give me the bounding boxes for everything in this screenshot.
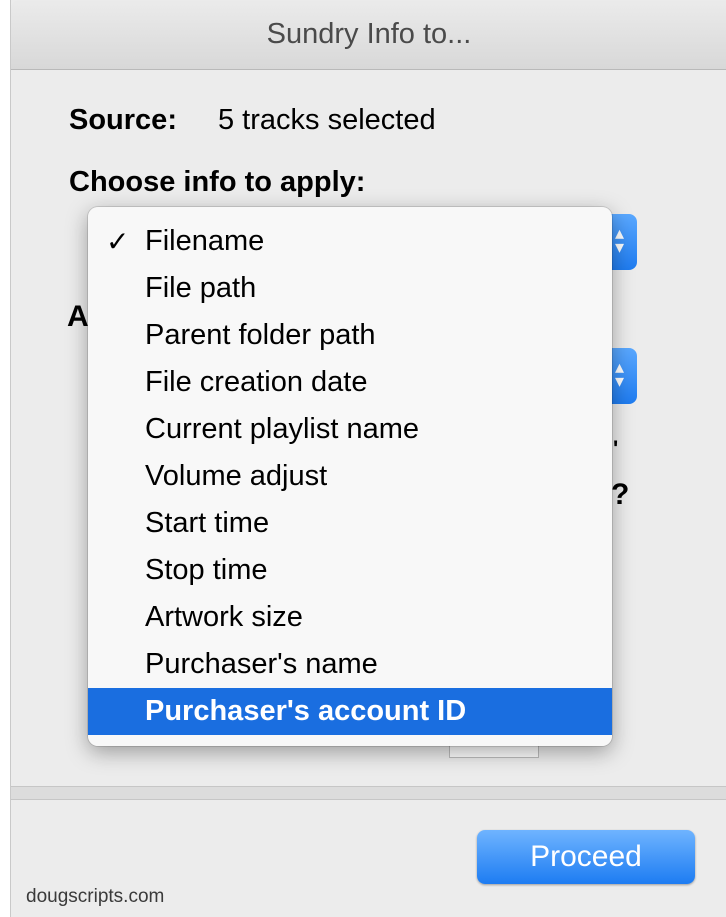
menu-item-label: Purchaser's name — [145, 648, 378, 680]
menu-item[interactable]: File creation date — [88, 359, 612, 406]
menu-item-label: Filename — [145, 225, 265, 257]
updown-chevron-icon: ▴ ▾ — [615, 357, 625, 391]
menu-item-label: File path — [145, 272, 257, 304]
menu-item[interactable]: ✓ Filename — [88, 218, 612, 265]
menu-item[interactable]: Purchaser's account ID — [88, 688, 612, 735]
title-bar[interactable]: Sundry Info to... — [11, 0, 726, 70]
menu-item[interactable]: Current playlist name — [88, 406, 612, 453]
menu-item-label: Start time — [145, 507, 270, 539]
source-label: Source: — [69, 104, 177, 136]
menu-item-label: File creation date — [145, 366, 368, 398]
target-popup-button-edge[interactable]: ▴ ▾ — [611, 348, 637, 404]
menu-item[interactable]: Artwork size — [88, 594, 612, 641]
menu-item-label: Volume adjust — [145, 460, 328, 492]
info-popup-button-edge[interactable]: ▴ ▾ — [611, 214, 637, 270]
menu-item-label: Artwork size — [145, 601, 303, 633]
obscured-apostrophe-fragment: ' — [613, 436, 619, 461]
checkmark-icon: ✓ — [106, 226, 130, 257]
proceed-button[interactable]: Proceed — [477, 830, 695, 884]
info-dropdown-menu[interactable]: ✓ Filename File path Parent folder path File… — [88, 207, 612, 746]
menu-item-label: Purchaser's account ID — [145, 695, 467, 727]
menu-item[interactable]: Volume adjust — [88, 453, 612, 500]
menu-item[interactable]: Parent folder path — [88, 312, 612, 359]
section-divider — [11, 786, 726, 800]
obscured-question-fragment: ? — [611, 478, 630, 511]
menu-item-label: Parent folder path — [145, 319, 376, 351]
menu-item-label: Stop time — [145, 554, 268, 586]
source-value: 5 tracks selected — [218, 104, 436, 136]
menu-item[interactable]: Start time — [88, 500, 612, 547]
window-title: Sundry Info to... — [266, 18, 472, 50]
choose-info-label: Choose info to apply: — [69, 166, 366, 198]
menu-item[interactable]: File path — [88, 265, 612, 312]
menu-item-label: Current playlist name — [145, 413, 419, 445]
footer-credit: dougscripts.com — [26, 886, 165, 907]
menu-item[interactable]: Stop time — [88, 547, 612, 594]
menu-item[interactable]: Purchaser's name — [88, 641, 612, 688]
obscured-label-fragment: A — [67, 300, 89, 333]
updown-chevron-icon: ▴ ▾ — [615, 223, 625, 257]
